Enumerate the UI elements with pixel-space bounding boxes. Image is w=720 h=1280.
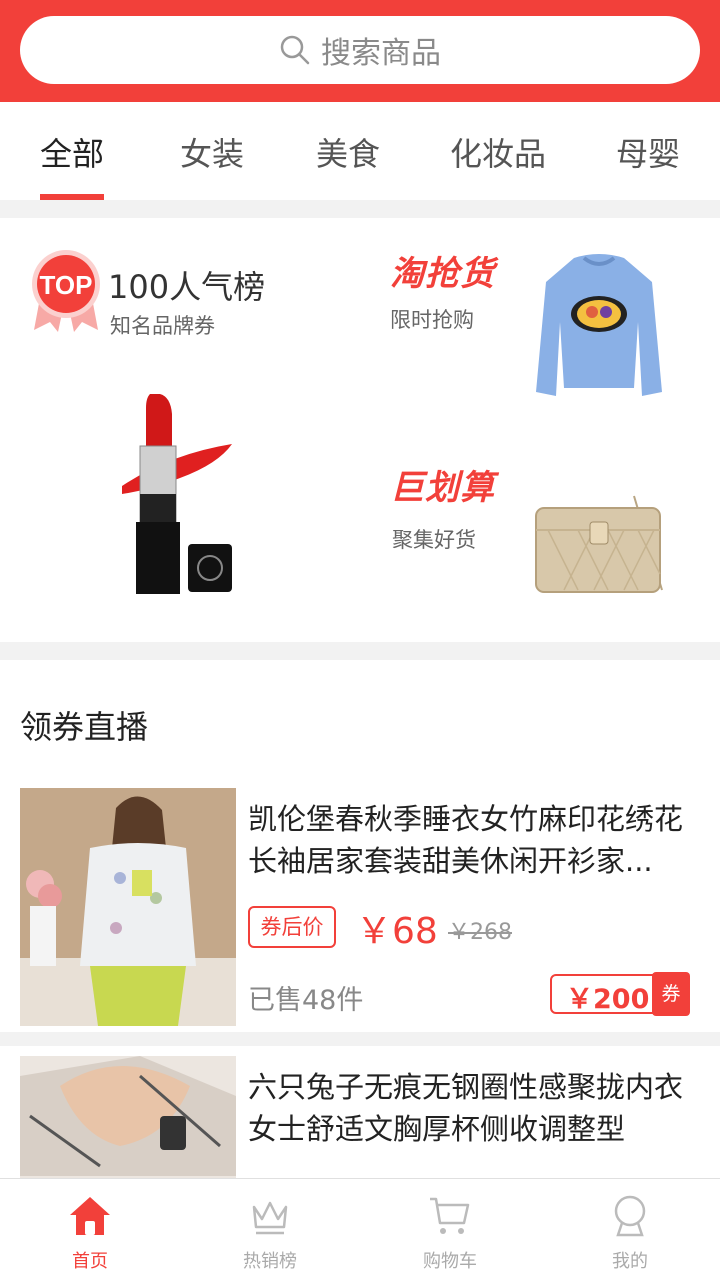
nav-profile-label: 我的 xyxy=(612,1251,648,1272)
coupon-amount: ￥200 xyxy=(566,984,650,1015)
nav-cart[interactable]: 购物车 xyxy=(360,1179,540,1280)
section-title: 领券直播 xyxy=(20,708,149,746)
sweater-image xyxy=(536,254,662,396)
nav-home-label: 首页 xyxy=(72,1251,108,1272)
bargain-title: 巨划算 xyxy=(390,468,495,508)
card-divider xyxy=(0,1032,720,1046)
nav-cart-label: 购物车 xyxy=(423,1251,477,1272)
top-100-title: 100人气榜 xyxy=(108,268,266,306)
bargain-subtitle: 聚集好货 xyxy=(392,528,476,552)
flash-sale-entry[interactable]: 淘抢货 限时抢购 xyxy=(370,218,720,430)
product-price: ￥68 xyxy=(356,911,438,952)
tab-mother-baby[interactable]: 母婴 xyxy=(612,102,684,200)
after-coupon-price-tag: 券后价 xyxy=(248,906,336,948)
handbag-image xyxy=(535,495,663,593)
cart-icon xyxy=(430,1197,470,1234)
tab-food[interactable]: 美食 xyxy=(312,102,384,200)
svg-text:TOP: TOP xyxy=(40,270,93,300)
coupon-button[interactable]: ￥200 券 xyxy=(550,972,690,1016)
nav-bestsellers-label: 热销榜 xyxy=(243,1251,297,1272)
product-thumbnail xyxy=(20,788,236,1026)
sold-count: 已售48件 xyxy=(248,985,364,1016)
bottom-nav: 首页 热销榜 购物车 我的 xyxy=(0,1178,720,1280)
nav-home[interactable]: 首页 xyxy=(0,1179,180,1280)
crown-icon xyxy=(252,1201,288,1235)
product-title: 凯伦堡春秋季睡衣女竹麻印花绣花长袖居家套装甜美休闲开衫家... xyxy=(248,802,684,878)
product-card[interactable]: 凯伦堡春秋季睡衣女竹麻印花绣花长袖居家套装甜美休闲开衫家... 券后价 ￥68 … xyxy=(0,788,720,1038)
original-price: ￥268 xyxy=(448,920,512,945)
promo-panel: TOP 100人气榜 知名品牌券 淘抢货 限时抢购 巨划算 聚集好货 xyxy=(0,218,720,642)
flash-sale-subtitle: 限时抢购 xyxy=(390,308,474,332)
flash-sale-title: 淘抢货 xyxy=(390,254,495,294)
profile-icon xyxy=(614,1195,646,1237)
search-bar[interactable]: 搜索商品 xyxy=(20,16,700,84)
coupon-live-section: 领券直播 凯伦堡春秋季睡衣女竹麻印花绣花长袖居家套装甜美休闲开衫家... 券后价… xyxy=(0,660,720,1280)
tab-womens-wear[interactable]: 女装 xyxy=(176,102,248,200)
product-title: 六只兔子无痕无钢圈性感聚拢内衣女士舒适文胸厚杯侧收调整型 xyxy=(248,1070,684,1146)
tab-cosmetics[interactable]: 化妆品 xyxy=(448,102,548,200)
nav-bestsellers[interactable]: 热销榜 xyxy=(180,1179,360,1280)
nav-profile[interactable]: 我的 xyxy=(540,1179,720,1280)
top-100-subtitle: 知名品牌券 xyxy=(110,314,215,338)
top-ribbon-icon: TOP xyxy=(32,250,100,332)
header: 搜索商品 xyxy=(0,0,720,102)
search-icon xyxy=(280,35,310,65)
lipstick-image xyxy=(122,394,232,594)
bargain-entry[interactable]: 巨划算 聚集好货 xyxy=(370,430,720,642)
tab-all[interactable]: 全部 xyxy=(36,102,108,200)
home-icon xyxy=(70,1197,110,1235)
coupon-badge: 券 xyxy=(652,972,690,1016)
search-placeholder: 搜索商品 xyxy=(321,36,441,71)
top-100-entry[interactable]: TOP 100人气榜 知名品牌券 xyxy=(0,218,360,642)
category-tabs: 全部 女装 美食 化妆品 母婴 xyxy=(0,102,720,200)
active-tab-indicator xyxy=(40,194,104,200)
